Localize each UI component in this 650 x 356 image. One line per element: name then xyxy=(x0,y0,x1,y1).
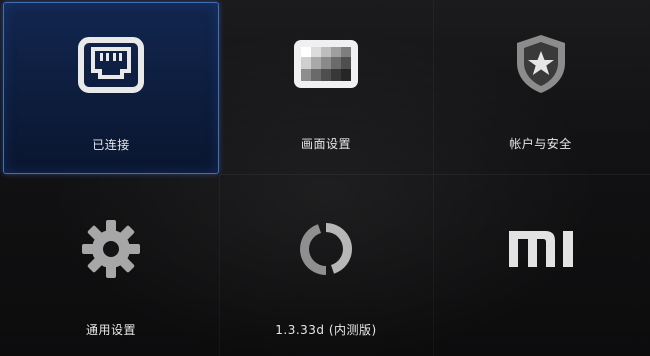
tile-label: 已连接 xyxy=(92,138,130,152)
shield-star-icon xyxy=(501,29,581,99)
update-sync-icon xyxy=(286,214,366,284)
gear-icon xyxy=(71,214,151,284)
tile-label: 画面设置 xyxy=(300,137,351,151)
settings-grid: 已连接 画面设置 帐户与安全 通用设置 1.3.33d (内测版) xyxy=(0,0,650,356)
mi-logo-icon xyxy=(501,214,581,284)
grid-divider xyxy=(219,174,650,175)
tile-label: 通用设置 xyxy=(85,323,136,337)
ethernet-icon xyxy=(71,30,151,100)
tile-network-connected[interactable]: 已连接 xyxy=(3,2,219,174)
tile-general-settings[interactable]: 通用设置 xyxy=(3,176,219,354)
picture-settings-icon xyxy=(286,29,366,99)
settings-screen: 已连接 画面设置 帐户与安全 通用设置 1.3.33d (内测版) xyxy=(0,0,650,356)
tile-system-update[interactable]: 1.3.33d (内测版) xyxy=(219,176,433,354)
tile-about-mi[interactable] xyxy=(433,176,648,354)
tile-picture-settings[interactable]: 画面设置 xyxy=(219,2,433,174)
tile-account-security[interactable]: 帐户与安全 xyxy=(433,2,648,174)
tile-label: 帐户与安全 xyxy=(509,137,572,151)
tile-label: 1.3.33d (内测版) xyxy=(275,323,377,337)
